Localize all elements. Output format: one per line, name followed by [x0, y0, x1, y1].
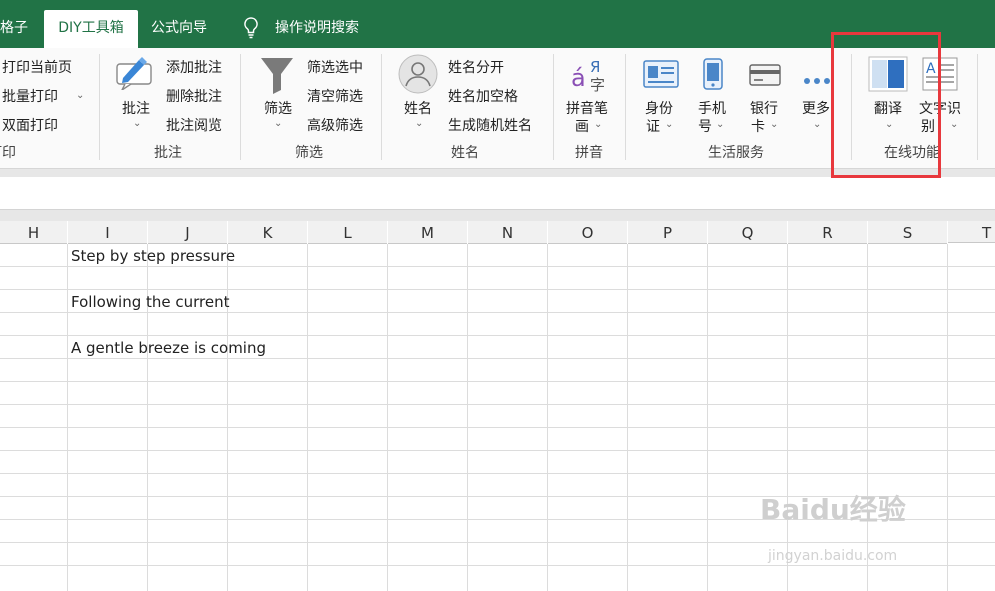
group-separator — [977, 54, 978, 160]
pinyin-icon[interactable]: áЯ字 — [570, 56, 610, 96]
add-comment-button[interactable]: 添加批注 — [166, 57, 222, 77]
formula-bar[interactable] — [0, 177, 995, 210]
split-name-button[interactable]: 姓名分开 — [448, 57, 504, 77]
group-label-name: 姓名 — [451, 145, 479, 161]
grid-top-strip — [0, 210, 995, 221]
filter-selected-button[interactable]: 筛选选中 — [307, 57, 363, 77]
phone-number-button[interactable]: 手机 — [698, 98, 726, 118]
random-name-button[interactable]: 生成随机姓名 — [448, 115, 532, 135]
funnel-icon[interactable] — [260, 56, 294, 98]
chevron-down-icon[interactable]: ⌄ — [594, 119, 602, 130]
bank-card-button-line2[interactable]: 卡 — [751, 116, 765, 136]
group-label-comment: 批注 — [154, 145, 182, 161]
watermark-url: jingyan.baidu.com — [768, 548, 898, 564]
chevron-down-icon[interactable]: ⌄ — [950, 119, 958, 130]
chevron-down-icon[interactable]: ⌄ — [716, 119, 724, 130]
chevron-down-icon[interactable]: ⌄ — [665, 119, 673, 130]
cell-text[interactable]: Step by step pressure — [71, 247, 235, 265]
chevron-down-icon[interactable]: ⌄ — [813, 119, 821, 130]
group-label-pinyin: 拼音 — [575, 145, 603, 161]
pinyin-stroke-button[interactable]: 拼音笔 — [566, 98, 608, 118]
person-avatar-icon[interactable] — [398, 54, 438, 98]
column-header[interactable]: K — [228, 221, 307, 244]
column-header[interactable]: L — [308, 221, 387, 244]
group-separator — [99, 54, 100, 160]
chevron-down-icon[interactable]: ⌄ — [770, 119, 778, 130]
print-current-page-button[interactable]: 打印当前页 — [2, 57, 72, 77]
id-card-button-line2[interactable]: 证 — [646, 116, 660, 136]
clear-filter-button[interactable]: 清空筛选 — [307, 86, 363, 106]
chevron-down-icon[interactable]: ⌄ — [274, 118, 282, 129]
group-label-print: 打印 — [0, 145, 16, 161]
batch-print-button[interactable]: 批量打印 — [2, 86, 58, 106]
column-header[interactable]: R — [788, 221, 867, 244]
mobile-phone-icon[interactable] — [703, 58, 723, 94]
name-button[interactable]: 姓名 — [404, 98, 432, 118]
filter-button[interactable]: 筛选 — [264, 98, 292, 118]
column-header[interactable]: I — [68, 221, 147, 244]
group-separator — [381, 54, 382, 160]
tab-diy-toolbox[interactable]: DIY工具箱 — [44, 10, 138, 48]
duplex-print-button[interactable]: 双面打印 — [2, 115, 58, 135]
watermark-logo: Baidu经验 — [760, 493, 906, 526]
column-header[interactable]: H — [0, 221, 67, 244]
cell-grid[interactable]: Step by step pressure Following the curr… — [0, 244, 995, 591]
comment-button[interactable]: 批注 — [122, 98, 150, 118]
group-separator — [625, 54, 626, 160]
bank-card-icon[interactable] — [749, 64, 781, 90]
phone-number-button-line2[interactable]: 号 — [698, 116, 712, 136]
column-header[interactable]: P — [628, 221, 707, 244]
more-button[interactable]: 更多 — [802, 98, 830, 118]
column-header[interactable]: O — [548, 221, 627, 244]
view-comments-button[interactable]: 批注阅览 — [166, 115, 222, 135]
column-header[interactable]: M — [388, 221, 467, 244]
id-card-icon[interactable] — [643, 60, 679, 92]
more-dots-icon[interactable] — [803, 70, 831, 89]
svg-text:á: á — [571, 64, 586, 92]
delete-comment-button[interactable]: 删除批注 — [166, 86, 222, 106]
id-card-button[interactable]: 身份 — [645, 98, 673, 118]
tell-me-search[interactable]: 操作说明搜索 — [275, 10, 359, 48]
svg-text:字: 字 — [590, 76, 605, 92]
cell-text[interactable]: Following the current — [71, 293, 230, 311]
tab-formula-wizard[interactable]: 公式向导 — [151, 10, 207, 48]
chevron-down-icon[interactable]: ⌄ — [133, 118, 141, 129]
group-label-life-services: 生活服务 — [708, 145, 764, 161]
column-header[interactable]: Q — [708, 221, 787, 244]
column-header[interactable]: N — [468, 221, 547, 244]
column-header[interactable]: S — [868, 221, 947, 244]
group-label-filter: 筛选 — [295, 145, 323, 161]
highlight-box — [831, 32, 941, 178]
group-separator — [240, 54, 241, 160]
svg-text:Я: Я — [590, 58, 600, 76]
group-separator — [553, 54, 554, 160]
name-add-space-button[interactable]: 姓名加空格 — [448, 86, 518, 106]
comment-pencil-icon[interactable] — [115, 54, 155, 94]
tab-partial-left[interactable]: 格子 — [0, 10, 28, 48]
column-header[interactable]: J — [148, 221, 227, 244]
cell-text[interactable]: A gentle breeze is coming — [71, 339, 266, 357]
chevron-down-icon[interactable]: ⌄ — [76, 90, 84, 101]
bank-card-button[interactable]: 银行 — [750, 98, 778, 118]
advanced-filter-button[interactable]: 高级筛选 — [307, 115, 363, 135]
column-header[interactable]: T — [948, 221, 995, 243]
lightbulb-icon — [243, 17, 259, 43]
chevron-down-icon[interactable]: ⌄ — [415, 118, 423, 129]
pinyin-stroke-button-line2[interactable]: 画 — [575, 116, 589, 136]
